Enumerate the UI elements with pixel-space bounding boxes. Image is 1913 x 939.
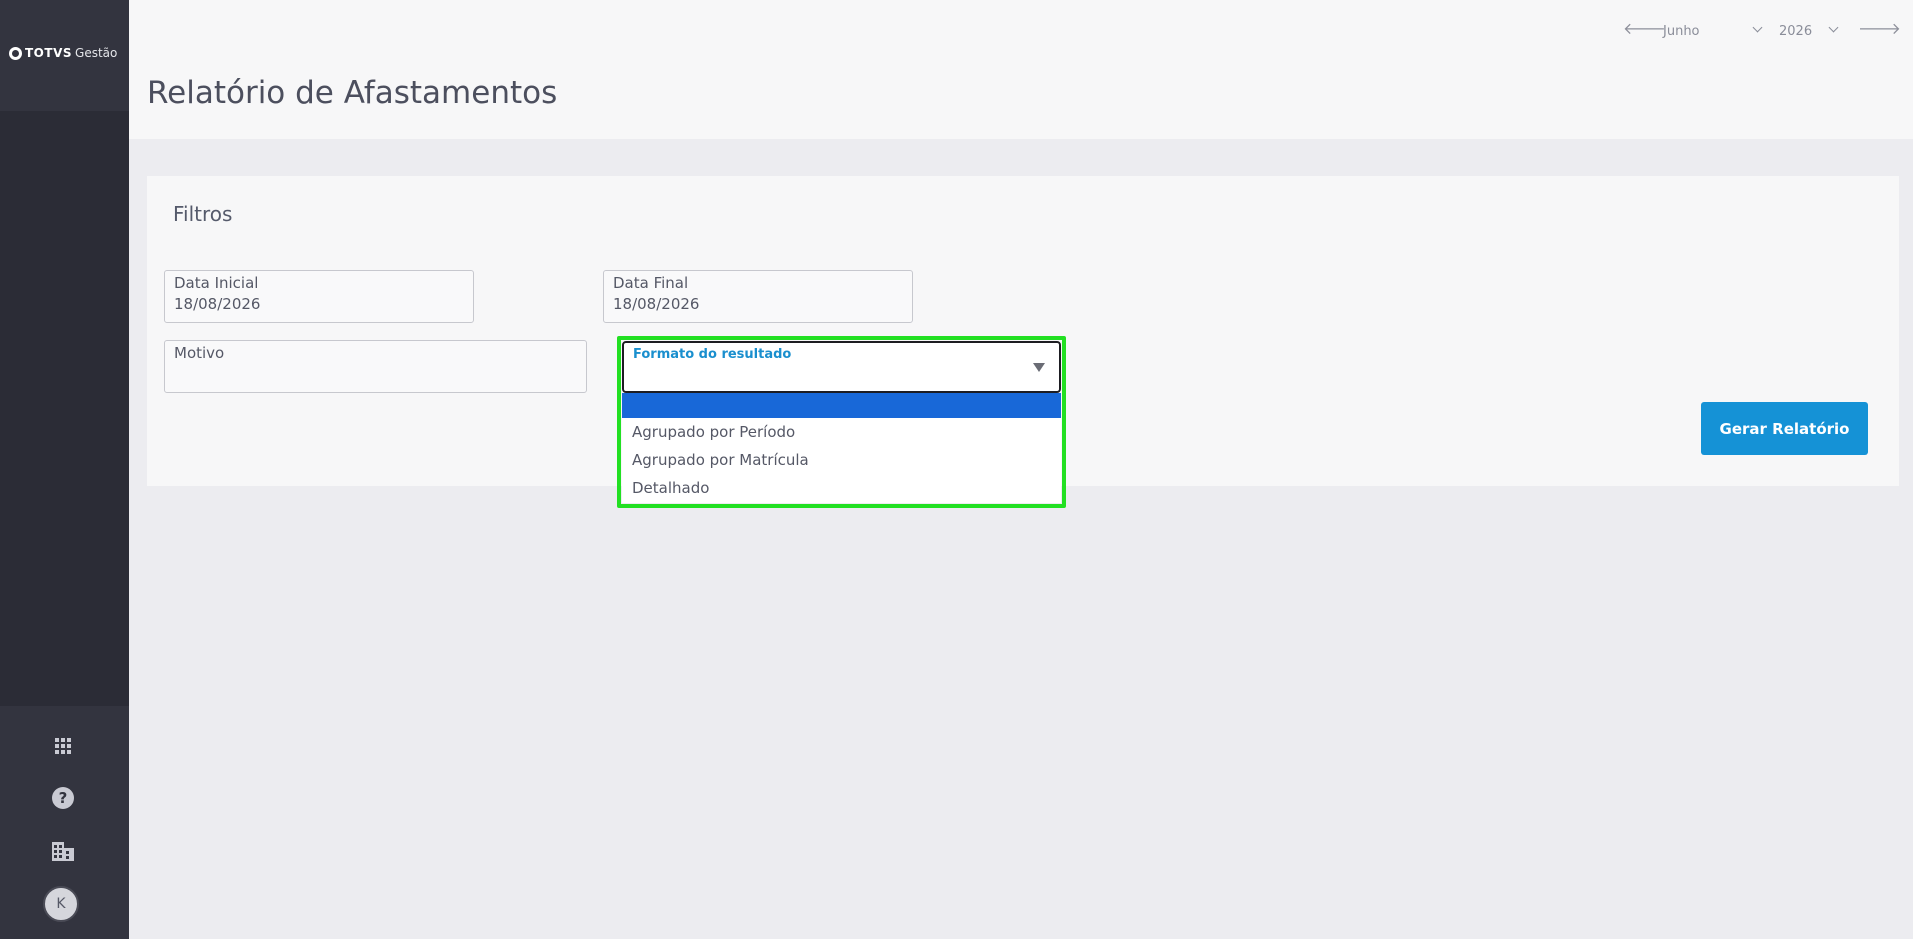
motivo-label: Motivo: [174, 344, 225, 362]
data-inicial-value[interactable]: 18/08/2026: [174, 295, 260, 313]
page-header: Relatório de Afastamentos 🡐 Junho 2026 🡒: [129, 0, 1913, 139]
data-final-value[interactable]: 18/08/2026: [613, 295, 699, 313]
option-empty[interactable]: [622, 393, 1061, 418]
totvs-logo[interactable]: TOTVS Gestão: [9, 46, 117, 60]
previous-period-arrow-icon[interactable]: 🡐: [1623, 18, 1666, 38]
month-select[interactable]: Junho: [1663, 20, 1763, 42]
data-inicial-label: Data Inicial: [174, 274, 259, 292]
gerar-relatorio-button[interactable]: Gerar Relatório: [1701, 402, 1868, 455]
help-icon[interactable]: ?: [50, 785, 76, 811]
data-final-field[interactable]: Data Final 18/08/2026: [603, 270, 913, 323]
sidebar-header: TOTVS Gestão: [0, 0, 129, 111]
formato-resultado-options: Agrupado por Período Agrupado por Matríc…: [622, 393, 1061, 503]
totvs-logo-icon: [9, 46, 22, 60]
year-value: 2026: [1779, 23, 1813, 39]
next-period-arrow-icon[interactable]: 🡒: [1858, 18, 1901, 38]
option-agrupado-por-matricula[interactable]: Agrupado por Matrícula: [622, 446, 1061, 474]
building-icon[interactable]: [50, 838, 76, 864]
logo-brand-text: TOTVS: [25, 46, 73, 60]
apps-grid-icon[interactable]: [50, 733, 76, 759]
page-title: Relatório de Afastamentos: [147, 75, 558, 111]
chevron-down-icon: [1828, 22, 1839, 33]
data-inicial-field[interactable]: Data Inicial 18/08/2026: [164, 270, 474, 323]
chevron-down-icon: [1752, 22, 1763, 33]
year-select[interactable]: 2026: [1779, 20, 1839, 42]
month-value: Junho: [1663, 23, 1700, 39]
dropdown-caret-icon[interactable]: [1033, 363, 1045, 372]
formato-resultado-label: Formato do resultado: [633, 347, 792, 362]
option-detalhado[interactable]: Detalhado: [622, 474, 1061, 502]
filters-title: Filtros: [173, 202, 233, 226]
option-agrupado-por-periodo[interactable]: Agrupado por Período: [622, 418, 1061, 446]
user-avatar[interactable]: K: [43, 886, 79, 922]
formato-resultado-select[interactable]: Formato do resultado: [622, 341, 1061, 393]
data-final-label: Data Final: [613, 274, 689, 292]
logo-product-text: Gestão: [75, 46, 118, 60]
motivo-field[interactable]: Motivo: [164, 340, 587, 393]
